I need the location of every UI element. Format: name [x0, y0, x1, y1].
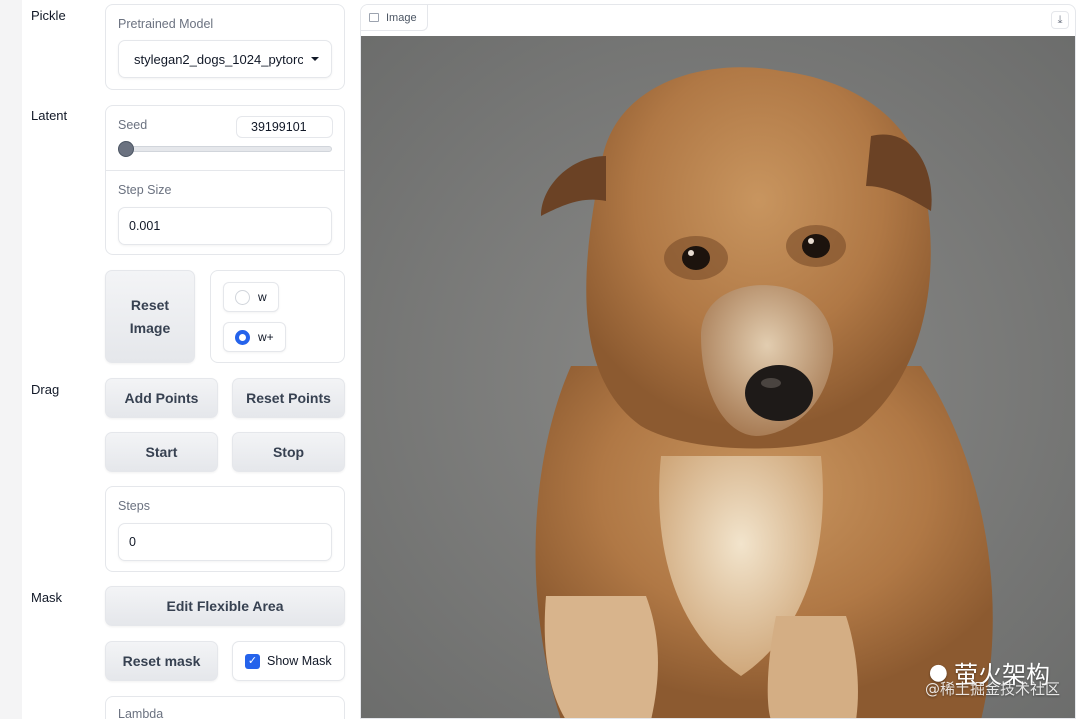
radio-option-w-plus[interactable]: w+: [223, 322, 286, 352]
pretrained-model-value: stylegan2_dogs_1024_pytorc: [134, 51, 303, 67]
dog-photo[interactable]: [361, 36, 1076, 719]
left-gutter: [0, 0, 22, 719]
section-label-drag: Drag: [31, 382, 60, 397]
radio-label-w: w: [258, 290, 267, 304]
divider: [106, 170, 344, 171]
dog-right-leg: [767, 616, 858, 718]
image-icon: [369, 13, 379, 22]
steps-block: Steps 0: [105, 486, 345, 572]
reset-mask-button[interactable]: Reset mask: [105, 641, 218, 681]
add-points-button[interactable]: Add Points: [105, 378, 218, 418]
show-mask-label: Show Mask: [267, 654, 332, 668]
step-size-input[interactable]: 0.001: [118, 207, 332, 245]
dog-right-eye: [802, 234, 830, 258]
steps-label: Steps: [118, 499, 150, 513]
seed-slider-track[interactable]: [120, 146, 332, 152]
dog-left-eye-highlight: [688, 250, 694, 256]
radio-option-w[interactable]: w: [223, 282, 279, 312]
lambda-label: Lambda: [118, 707, 164, 719]
radio-circle-icon: [235, 289, 250, 305]
dog-nose: [745, 365, 813, 421]
stop-button[interactable]: Stop: [232, 432, 345, 472]
dog-nose-highlight: [761, 378, 781, 388]
section-label-pickle: Pickle: [31, 8, 66, 23]
seed-input[interactable]: 39199101: [236, 116, 333, 138]
start-button[interactable]: Start: [105, 432, 218, 472]
pretrained-model-block: Pretrained Model stylegan2_dogs_1024_pyt…: [105, 4, 345, 90]
radio-label-w-plus: w+: [258, 330, 274, 344]
image-label-tag: Image: [361, 5, 428, 31]
image-label: Image: [386, 11, 417, 24]
section-label-mask: Mask: [31, 590, 63, 605]
steps-input[interactable]: 0: [118, 523, 332, 561]
watermark-sub: @稀土掘金技术社区: [924, 680, 1060, 698]
step-size-label: Step Size: [118, 183, 172, 197]
pretrained-model-dropdown[interactable]: stylegan2_dogs_1024_pytorc: [118, 40, 332, 78]
latent-space-radio-group: w w+: [210, 270, 345, 363]
dog-right-eye-highlight: [808, 238, 814, 244]
radio-checked-icon: [235, 329, 250, 345]
latent-params-block: Seed 39199101 Step Size 0.001: [105, 105, 345, 255]
reset-image-button[interactable]: Reset Image: [105, 270, 195, 363]
checkmark-icon: ✓: [245, 653, 260, 669]
dog-left-eye: [682, 246, 710, 270]
show-mask-checkbox[interactable]: ✓ Show Mask: [232, 641, 345, 681]
edit-flexible-area-button[interactable]: Edit Flexible Area: [105, 586, 345, 626]
seed-slider-thumb[interactable]: [118, 141, 134, 157]
lambda-block: Lambda: [105, 696, 345, 719]
section-label-latent: Latent: [31, 108, 68, 123]
download-icon[interactable]: ⤓: [1051, 11, 1069, 29]
dog-left-leg: [544, 596, 658, 718]
pretrained-model-label: Pretrained Model: [118, 17, 214, 31]
seed-label: Seed: [118, 118, 148, 132]
image-panel: Image ⤓: [360, 4, 1076, 719]
chevron-down-icon: [311, 57, 319, 61]
reset-points-button[interactable]: Reset Points: [232, 378, 345, 418]
